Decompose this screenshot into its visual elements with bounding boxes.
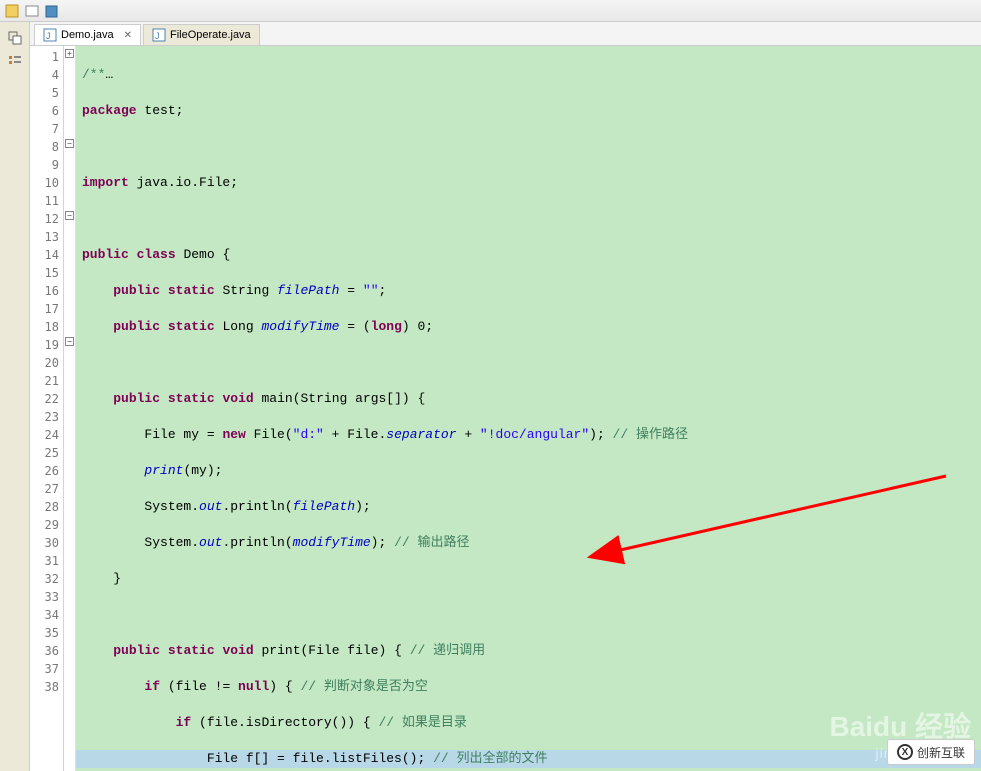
fold-toggle[interactable]: − xyxy=(65,211,74,220)
toolbar-icon[interactable] xyxy=(24,3,40,19)
svg-text:J: J xyxy=(155,31,160,41)
code-container: 1456789101112131415161718192021222324252… xyxy=(30,46,981,771)
tab-label: FileOperate.java xyxy=(170,29,251,41)
corner-badge: X 创新互联 xyxy=(887,739,975,765)
close-icon[interactable]: ✕ xyxy=(124,30,132,41)
java-file-icon: J xyxy=(43,28,57,42)
toolbar-icon[interactable] xyxy=(4,3,20,19)
code-body[interactable]: /**… package test; import java.io.File; … xyxy=(76,46,981,771)
line-number-gutter: 1456789101112131415161718192021222324252… xyxy=(30,46,64,771)
badge-icon: X xyxy=(897,744,913,760)
tab-fileoperate-java[interactable]: J FileOperate.java xyxy=(143,24,260,45)
fold-column: + − − − xyxy=(64,46,76,771)
tab-label: Demo.java xyxy=(61,29,114,41)
tab-demo-java[interactable]: J Demo.java ✕ xyxy=(34,24,141,45)
java-file-icon: J xyxy=(152,28,166,42)
badge-text: 创新互联 xyxy=(917,744,965,761)
editor-tabs: J Demo.java ✕ J FileOperate.java xyxy=(30,22,981,46)
fold-toggle[interactable]: + xyxy=(65,49,74,58)
toolbar-icon[interactable] xyxy=(44,3,60,19)
fold-toggle[interactable]: − xyxy=(65,337,74,346)
restore-icon[interactable] xyxy=(7,30,23,46)
editor-area: J Demo.java ✕ J FileOperate.java 1456789… xyxy=(30,22,981,771)
svg-text:J: J xyxy=(46,31,51,41)
main-toolbar xyxy=(0,0,981,22)
fold-toggle[interactable]: − xyxy=(65,139,74,148)
outline-icon[interactable] xyxy=(7,54,23,70)
side-gutter xyxy=(0,22,30,771)
